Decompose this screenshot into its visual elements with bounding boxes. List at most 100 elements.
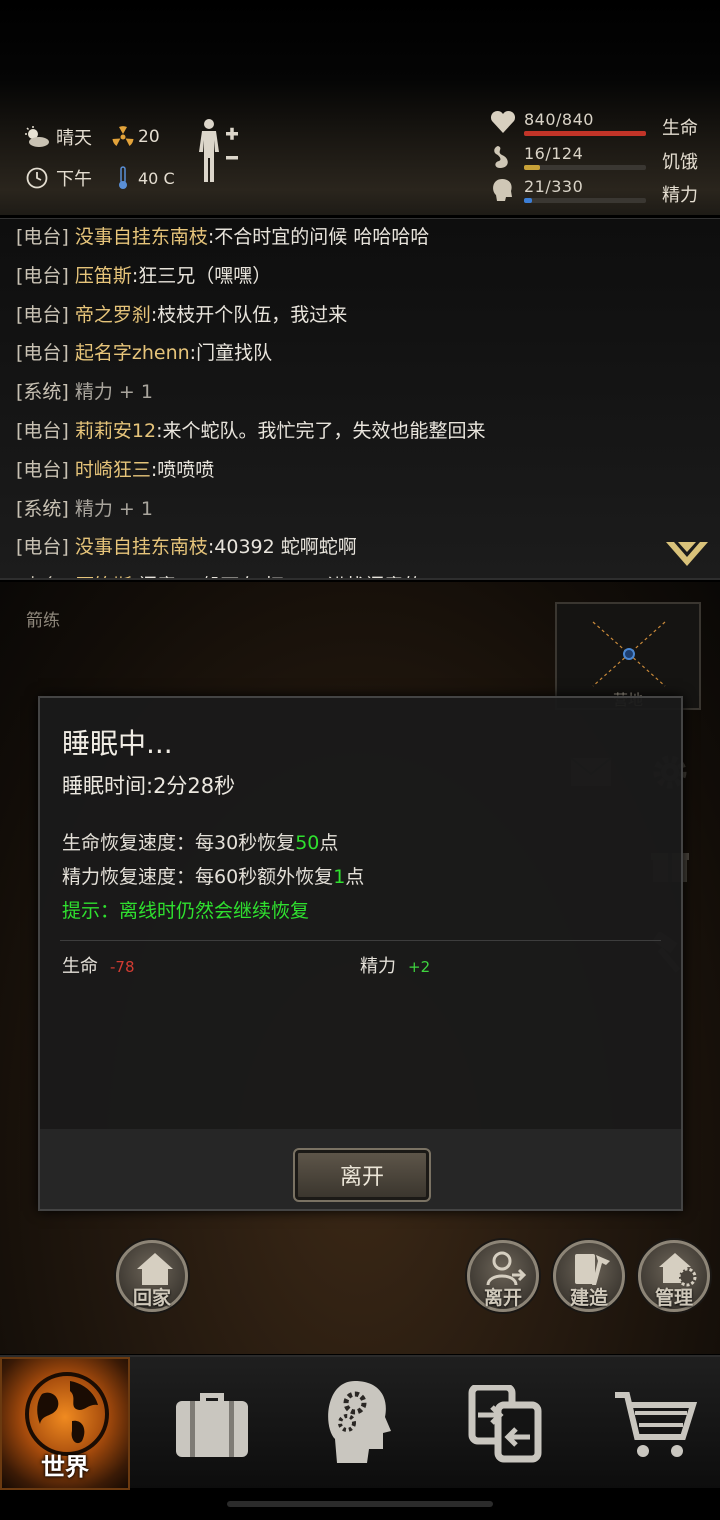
location-label: 箭练 <box>26 611 60 631</box>
hp-regen-suffix: 点 <box>319 832 339 854</box>
energy-bar <box>524 198 646 203</box>
home-icon <box>137 1253 173 1285</box>
radiation-value: 20 <box>138 127 160 147</box>
temperature-value: 40 C <box>138 168 175 188</box>
hp-stat: 840/840 生命 <box>490 110 705 140</box>
manage-label: 管理 <box>654 1287 693 1309</box>
trade-icon <box>468 1385 542 1463</box>
time-text: 下午 <box>56 169 92 190</box>
nav-backpack[interactable] <box>140 1357 280 1490</box>
nav-world[interactable]: 世界 <box>0 1357 130 1490</box>
energy-change-stat: 精力 +2 <box>360 952 430 978</box>
stomach-icon <box>490 144 518 172</box>
energy-change-value: +2 <box>408 958 431 976</box>
chat-channel-tag: [电台] <box>16 458 69 481</box>
chat-sender-name[interactable]: 没事自挂东南枝 <box>75 536 208 558</box>
hp-change-label: 生命 <box>62 956 98 977</box>
temperature-indicator: 40 C <box>110 165 175 191</box>
person-exit-icon <box>486 1251 526 1286</box>
chat-sender-name[interactable]: 帝之罗刹 <box>75 304 151 326</box>
nav-world-label: 世界 <box>41 1453 89 1481</box>
chat-sender-name[interactable]: 压笛斯 <box>75 265 132 287</box>
chat-sender-name[interactable]: 没事自挂东南枝 <box>75 226 208 248</box>
leave-camp-button[interactable]: 离开 <box>467 1240 539 1312</box>
chat-message[interactable]: [系统] 精力 + 1 <box>16 377 153 404</box>
hp-change-stat: 生命 -78 <box>62 952 135 978</box>
chat-channel-tag: [电台] <box>16 264 69 287</box>
chat-sender-name[interactable]: 压笛斯 <box>75 575 132 578</box>
chat-message-text: :门童 一般不在 打一一 进找门童的 <box>132 575 423 578</box>
hp-label: 生命 <box>662 118 698 139</box>
chat-channel-tag: [电台] <box>16 226 69 248</box>
nav-trade[interactable] <box>430 1357 570 1490</box>
chat-message-text: :来个蛇队。我忙完了，失效也能整回来 <box>156 420 486 442</box>
nav-shop[interactable] <box>575 1357 715 1490</box>
nav-skills[interactable] <box>285 1357 425 1490</box>
build-tools-icon <box>575 1254 610 1285</box>
weather-indicator: 晴天 <box>24 124 92 150</box>
chat-message[interactable]: [电台] 压笛斯:狂三兄（嘿嘿） <box>16 261 271 288</box>
skills-head-icon <box>328 1381 391 1463</box>
build-label: 建造 <box>569 1287 608 1309</box>
energy-regen-prefix: 精力恢复速度：每60秒额外恢复 <box>62 866 334 888</box>
chat-message[interactable]: [系统] 精力 + 1 <box>16 494 153 521</box>
chat-message[interactable]: [电台] 莉莉安12:来个蛇队。我忙完了，失效也能整回来 <box>16 416 485 443</box>
chat-channel-tag: [系统] <box>16 497 69 520</box>
chat-message-text: :枝枝开个队伍，我过来 <box>150 303 348 326</box>
offline-tip: 提示：离线时仍然会继续恢复 <box>62 900 310 922</box>
status-hud: 晴天 20 下午 40 C 840/840 生命 16/124 饥饿 21/33… <box>0 0 720 215</box>
hunger-label: 饥饿 <box>662 152 698 173</box>
hp-value: 840/840 <box>524 110 594 129</box>
hunger-stat: 16/124 饥饿 <box>490 144 705 174</box>
go-home-label: 回家 <box>132 1287 171 1309</box>
chat-message[interactable]: [电台] 起名字zhenn:门童找队 <box>16 338 272 365</box>
build-button[interactable]: 建造 <box>553 1240 625 1312</box>
chat-message-text: :不合时宜的问候 哈哈哈哈 <box>207 226 430 248</box>
go-home-button[interactable]: 回家 <box>116 1240 188 1312</box>
chat-panel[interactable]: [电台] 没事自挂东南枝:不合时宜的问候 哈哈哈哈 [电台] 压笛斯:狂三兄（嘿嘿… <box>0 218 720 580</box>
energy-stat: 21/330 精力 <box>490 177 705 207</box>
chat-channel-tag: [电台] <box>16 420 69 442</box>
divider <box>60 940 661 941</box>
energy-change-label: 精力 <box>360 956 396 977</box>
radiation-indicator: 20 <box>110 124 160 150</box>
dialog-title: 睡眠中... <box>62 727 173 760</box>
hp-regen-amount: 50 <box>295 832 320 854</box>
body-status-icon[interactable] <box>196 118 242 188</box>
energy-label: 精力 <box>662 185 698 206</box>
minimap[interactable]: 营地 <box>555 602 701 710</box>
chat-message-text: :门童找队 <box>189 342 273 365</box>
globe-icon <box>25 1372 109 1456</box>
collapse-chevron-icon[interactable] <box>664 540 710 570</box>
hp-change-value: -78 <box>110 958 135 976</box>
chat-sender-name[interactable]: 莉莉安12 <box>75 420 156 442</box>
leave-camp-label: 离开 <box>483 1287 522 1309</box>
radiation-icon <box>110 124 136 150</box>
sleep-time: 睡眠时间:2分28秒 <box>62 774 236 798</box>
backpack-icon <box>176 1393 248 1457</box>
home-indicator[interactable] <box>227 1501 493 1507</box>
chat-message[interactable]: [电台] 没事自挂东南枝:40392 蛇啊蛇啊 <box>16 532 357 559</box>
chat-message-text: :狂三兄（嘿嘿） <box>131 264 272 287</box>
chat-sender-name[interactable]: 时崎狂三 <box>75 459 151 481</box>
shop-cart-icon <box>615 1392 697 1457</box>
energy-regen-line: 精力恢复速度：每60秒额外恢复1点 <box>62 862 364 889</box>
clock-icon <box>24 165 50 191</box>
chat-channel-tag: [电台] <box>16 575 69 578</box>
chat-message[interactable]: [电台] 压笛斯:门童 一般不在 打一一 进找门童的 <box>16 571 423 578</box>
energy-value: 21/330 <box>524 177 584 196</box>
manage-button[interactable]: 管理 <box>638 1240 710 1312</box>
hp-regen-prefix: 生命恢复速度：每30秒恢复 <box>62 832 296 854</box>
chat-channel-tag: [电台] <box>16 536 69 559</box>
leave-button[interactable]: 离开 <box>293 1148 431 1202</box>
hunger-value: 16/124 <box>524 144 584 163</box>
bottom-nav: 世界 <box>0 1355 720 1490</box>
chat-channel-tag: [电台] <box>16 303 69 326</box>
sunny-cloud-icon <box>24 124 50 150</box>
chat-sender-name[interactable]: 起名字zhenn <box>75 342 190 364</box>
home-gear-icon <box>659 1253 697 1287</box>
chat-channel-tag: [系统] <box>16 381 69 404</box>
chat-message[interactable]: [电台] 没事自挂东南枝:不合时宜的问候 哈哈哈哈 <box>16 222 429 249</box>
chat-message[interactable]: [电台] 帝之罗刹:枝枝开个队伍，我过来 <box>16 300 347 327</box>
chat-message[interactable]: [电台] 时崎狂三:喷喷喷 <box>16 455 214 482</box>
